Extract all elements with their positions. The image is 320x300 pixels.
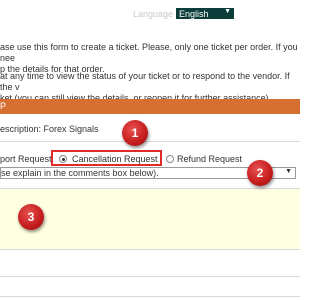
refund-request-label[interactable]: Refund Request [177, 154, 242, 164]
comments-box[interactable] [0, 188, 300, 250]
divider [0, 141, 300, 142]
marker-2-icon: 2 [247, 160, 273, 186]
section-header: P [0, 99, 300, 114]
divider [0, 296, 300, 297]
marker-1-icon: 1 [122, 120, 148, 146]
marker-number: 3 [27, 210, 35, 224]
info-line: at any time to view the status of your t… [0, 71, 290, 92]
dropdown-arrow-icon: ▼ [285, 168, 292, 175]
highlight-box [51, 150, 162, 166]
description: escription: Forex Signals [0, 124, 99, 134]
divider [0, 276, 300, 277]
info-line: ase use this form to create a ticket. Pl… [0, 42, 298, 63]
dropdown-arrow-icon: ▼ [224, 8, 231, 15]
reason-select-value: se explain in the comments box below). [1, 168, 159, 178]
language-select[interactable]: English ▼ [176, 8, 234, 19]
language-label: Language [133, 9, 174, 19]
language-value: English [179, 8, 209, 19]
marker-number: 1 [131, 126, 139, 140]
support-request-label[interactable]: port Request [0, 154, 52, 164]
refund-request-radio[interactable] [166, 155, 174, 163]
marker-number: 2 [256, 166, 264, 180]
section-header-title: P [0, 101, 7, 111]
marker-3-icon: 3 [18, 204, 44, 230]
